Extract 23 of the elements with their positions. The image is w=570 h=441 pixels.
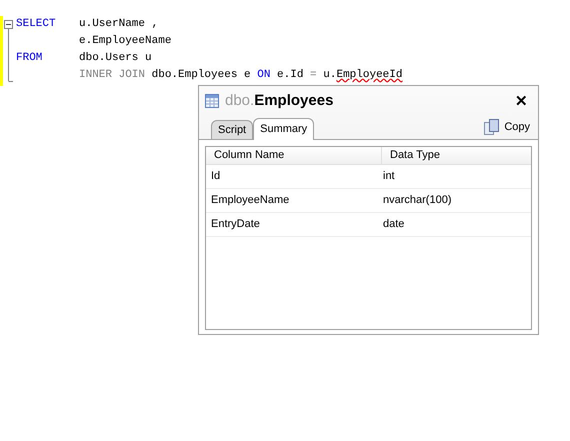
close-button[interactable]: ✕ (515, 94, 528, 108)
code-line: e.EmployeeName (79, 34, 172, 49)
code-line: INNER JOIN dbo.Employees e ON e.Id = u.EmployeeId (79, 68, 402, 83)
table-cell-text: int (383, 169, 395, 184)
tab[interactable]: Script (211, 120, 254, 139)
copy-button[interactable]: Copy (484, 118, 530, 135)
table-icon (205, 94, 219, 108)
popup-title: dbo.Employees (225, 90, 334, 111)
collapse-icon (4, 20, 14, 82)
table-cell-text: Id (210, 169, 222, 184)
tab[interactable]: Summary (253, 118, 314, 140)
copy-icon (484, 118, 500, 135)
code-line: u.UserName , (79, 17, 158, 32)
column-header: Column Name (206, 147, 382, 164)
column-header: Data Type (389, 148, 440, 164)
sql-keyword: FROM (16, 52, 42, 64)
table-cell-text: nvarchar(100) (383, 193, 452, 208)
table-cell-text: EmployeeName (210, 193, 290, 208)
code-line: dbo.Users u (79, 51, 152, 66)
sql-keyword: SELECT (16, 18, 56, 30)
table-cell-text: date (383, 217, 404, 232)
table-cell-text: EntryDate (210, 217, 261, 232)
change-marker (0, 16, 3, 86)
